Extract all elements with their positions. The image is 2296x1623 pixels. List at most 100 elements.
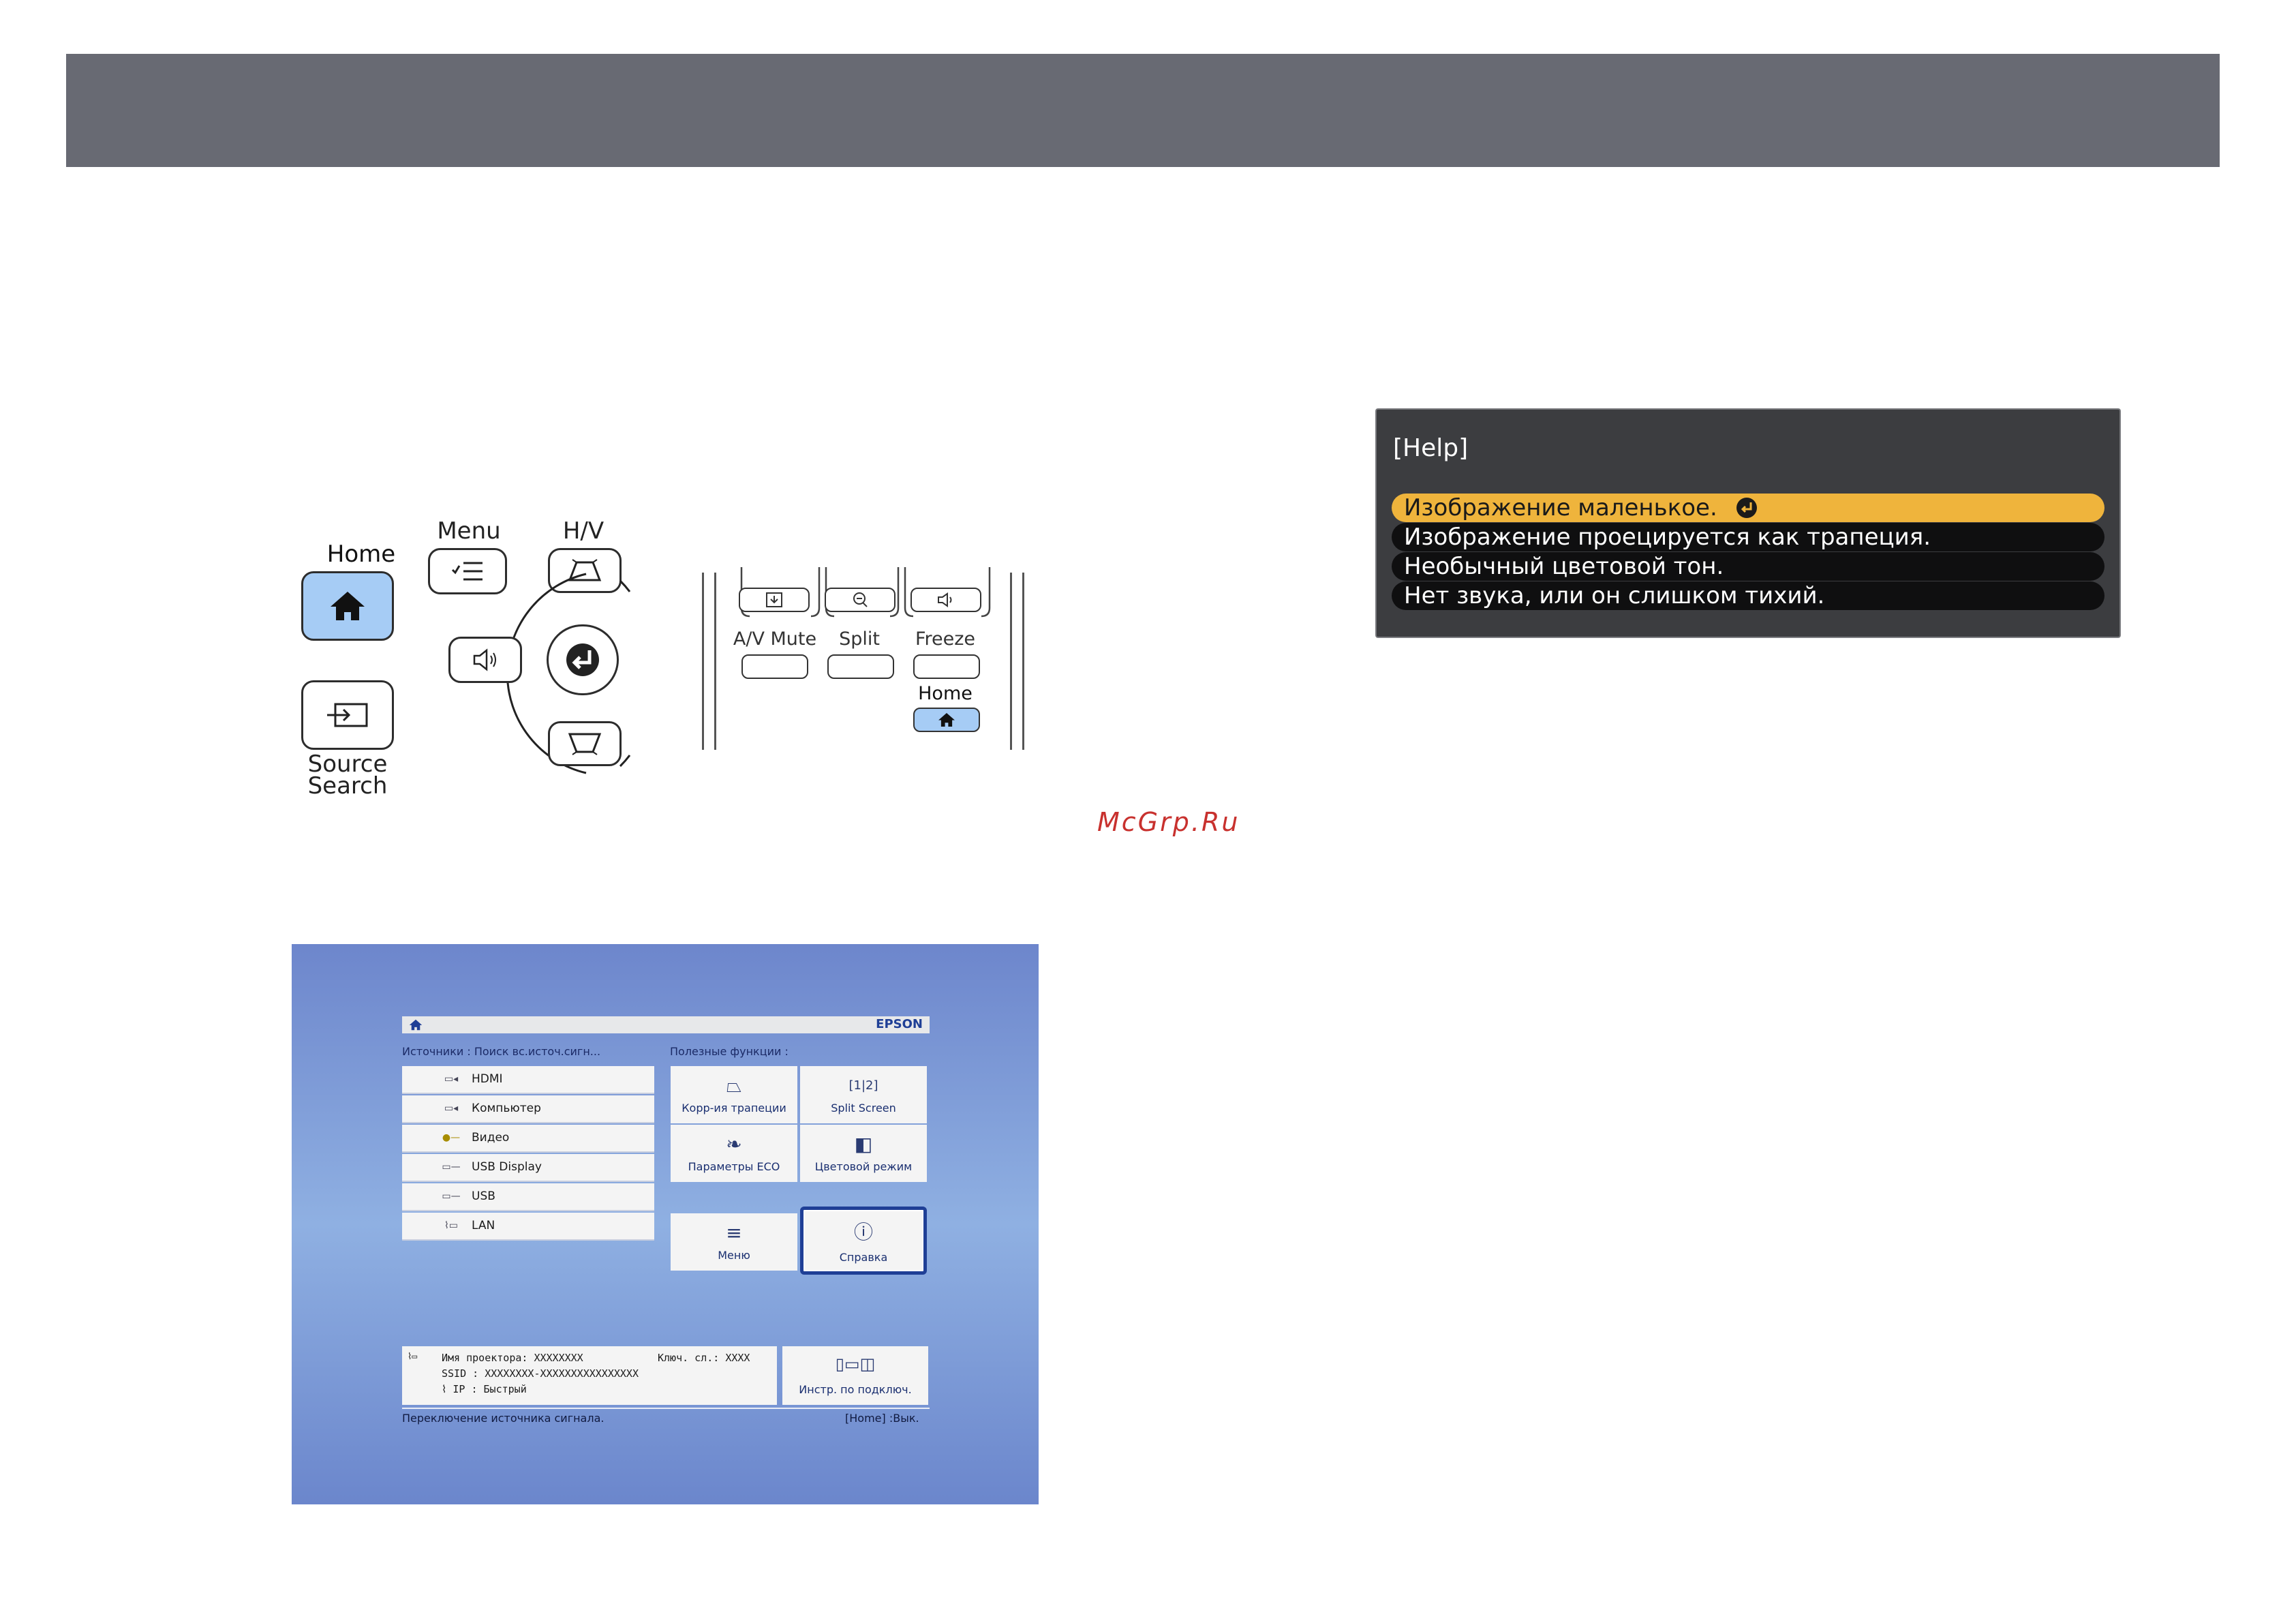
zoom-minus-icon	[853, 592, 868, 607]
source-search-key[interactable]	[301, 680, 394, 750]
help-item[interactable]: Нет звука, или он слишком тихий.	[1392, 581, 2104, 610]
freeze-key[interactable]	[913, 654, 980, 679]
keystone-down-key[interactable]	[548, 721, 622, 766]
ssid-value: XXXXXXXX-XXXXXXXXXXXXXXXX	[485, 1367, 639, 1380]
source-search-icon	[327, 703, 368, 727]
hv-key-label: H/V	[562, 517, 604, 545]
help-item[interactable]: Необычный цветовой тон.	[1392, 552, 2104, 581]
source-label: USB	[472, 1189, 495, 1203]
key-label: Ключ. сл.:	[658, 1352, 720, 1364]
home-key[interactable]	[301, 571, 394, 641]
projector-home-screen: EPSON Источники : Поиск вс.источ.сигн...…	[292, 944, 1039, 1504]
menu-icon: ≡	[726, 1222, 742, 1244]
remote-diagram-left: Home Source Search Menu H/V	[286, 511, 641, 811]
eco-leaf-icon: ❧	[726, 1133, 742, 1155]
remote-edge	[714, 573, 716, 750]
source-item-hdmi[interactable]: ▭◂ HDMI	[402, 1066, 654, 1094]
page-header-bar	[66, 54, 2220, 167]
projector-name-value: XXXXXXXX	[534, 1352, 583, 1364]
home-key-label: Home	[326, 541, 396, 568]
help-panel: [Help] Изображение маленькое. Изображени…	[1375, 408, 2121, 638]
sources-header: Источники : Поиск вс.источ.сигн...	[402, 1045, 601, 1058]
tile-label: Split Screen	[831, 1102, 896, 1114]
ip-label: IP :	[453, 1383, 478, 1395]
help-title: [Help]	[1393, 434, 1469, 462]
tile-keystone[interactable]: ⏢ Корр-ия трапеции	[671, 1066, 797, 1123]
status-divider	[402, 1408, 930, 1409]
remote-edge	[1022, 573, 1024, 750]
source-item-video[interactable]: ●— Видео	[402, 1125, 654, 1153]
home-small-key[interactable]	[913, 708, 980, 732]
remote-edge	[1010, 573, 1012, 750]
source-label-line2: Search	[307, 772, 388, 800]
keystone-down-icon	[568, 733, 602, 755]
functions-header: Полезные функции :	[670, 1045, 789, 1058]
video-icon: ●—	[442, 1132, 461, 1143]
remote-edge	[702, 573, 704, 750]
lan-icon: ⌇▭	[444, 1220, 459, 1231]
tile-label: Корр-ия трапеции	[682, 1102, 786, 1114]
hdmi-icon: ▭◂	[444, 1074, 459, 1084]
av-mute-key[interactable]	[741, 654, 808, 679]
projector-name-row: Имя проектора: XXXXXXXX	[442, 1352, 583, 1364]
split-screen-icon: [1|2]	[848, 1078, 878, 1093]
zoom-out-key[interactable]	[825, 588, 896, 612]
ssid-row: SSID : XXXXXXXX-XXXXXXXXXXXXXXXX	[442, 1367, 639, 1380]
enter-key[interactable]	[547, 624, 619, 695]
tile-split-screen[interactable]: [1|2] Split Screen	[800, 1066, 927, 1123]
enter-icon	[566, 643, 599, 676]
tile-eco[interactable]: ❧ Параметры ECO	[671, 1125, 797, 1182]
watermark: McGrp.Ru	[1097, 807, 1240, 837]
tile-menu[interactable]: ≡ Меню	[671, 1213, 797, 1271]
enter-icon	[1736, 498, 1757, 518]
devices-projector-icon: ▯▭◫	[835, 1354, 876, 1374]
split-key[interactable]	[827, 654, 894, 679]
lan-icon: ⌇▭	[408, 1352, 418, 1362]
projector-info-box: ⌇▭ Имя проектора: XXXXXXXX Ключ. сл.: XX…	[402, 1346, 777, 1405]
speaker-icon	[473, 648, 496, 671]
volume-small-key[interactable]	[910, 588, 981, 612]
usb-icon: ▭—	[442, 1191, 461, 1202]
home-icon	[409, 1019, 423, 1031]
tile-label: Меню	[718, 1249, 750, 1262]
wifi-icon: ⌇	[442, 1383, 453, 1395]
tile-label: Цветовой режим	[814, 1160, 913, 1173]
projector-name-label: Имя проектора:	[442, 1352, 528, 1364]
remote-diagram-right: A/V Mute Split Freeze Home	[695, 567, 1036, 751]
source-label: USB Display	[472, 1160, 542, 1174]
source-label: Видео	[472, 1131, 510, 1144]
source-item-computer[interactable]: ▭◂ Компьютер	[402, 1095, 654, 1123]
key-row: Ключ. сл.: XXXX	[658, 1352, 750, 1364]
home-icon	[938, 712, 955, 727]
computer-icon: ▭◂	[444, 1103, 459, 1114]
source-label: Компьютер	[472, 1102, 541, 1115]
usb-display-icon: ▭—	[442, 1162, 461, 1172]
ssid-label: SSID :	[442, 1367, 479, 1380]
volume-key[interactable]	[448, 637, 522, 683]
status-exit-hint: [Home] :Вык.	[845, 1412, 919, 1425]
speaker-icon	[938, 592, 952, 607]
home-small-label: Home	[918, 683, 973, 704]
freeze-label: Freeze	[915, 628, 976, 650]
connection-guide-button[interactable]: ▯▭◫ Инстр. по подключ.	[782, 1346, 928, 1405]
help-item[interactable]: Изображение проецируется как трапеция.	[1392, 523, 2104, 551]
download-icon	[766, 592, 782, 607]
freeze-top-key[interactable]	[739, 588, 810, 612]
epson-logo: EPSON	[876, 1017, 923, 1031]
tile-label: Справка	[839, 1251, 888, 1264]
menu-icon	[451, 562, 483, 581]
key-value: XXXX	[725, 1352, 750, 1364]
source-label: LAN	[472, 1219, 495, 1232]
home-top-bar: EPSON	[402, 1016, 930, 1033]
tile-label: Параметры ECO	[688, 1160, 780, 1173]
source-item-usb[interactable]: ▭— USB	[402, 1183, 654, 1211]
source-item-usb-display[interactable]: ▭— USB Display	[402, 1154, 654, 1182]
help-item-selected[interactable]: Изображение маленькое.	[1392, 494, 2104, 522]
color-mode-icon: ◧	[854, 1133, 873, 1155]
status-hint: Переключение источника сигнала.	[402, 1412, 604, 1425]
home-icon	[331, 592, 365, 620]
source-item-lan[interactable]: ⌇▭ LAN	[402, 1213, 654, 1241]
connection-guide-label: Инстр. по подключ.	[799, 1383, 912, 1396]
tile-help[interactable]: ⓘ Справка	[800, 1207, 927, 1275]
tile-color-mode[interactable]: ◧ Цветовой режим	[800, 1125, 927, 1182]
